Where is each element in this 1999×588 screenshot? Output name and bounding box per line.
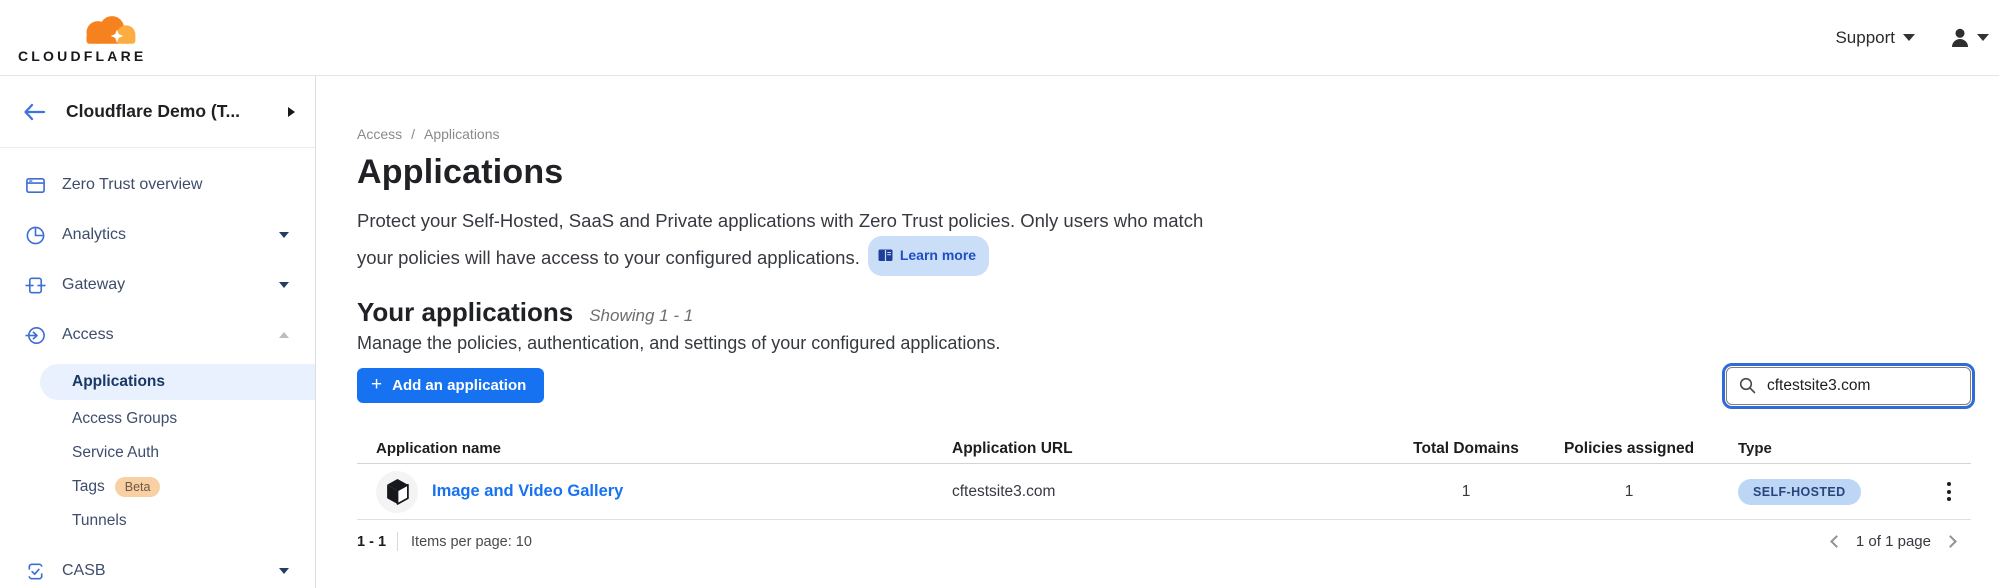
description-text: Protect your Self-Hosted, SaaS and Priva… — [357, 210, 1203, 268]
type-badge: SELF-HOSTED — [1738, 479, 1861, 505]
page-info: 1 of 1 page — [1856, 533, 1931, 550]
column-header-policies-assigned: Policies assigned — [1550, 440, 1708, 458]
sidebar-item-applications[interactable]: Applications — [40, 364, 315, 400]
chevron-down-icon — [279, 282, 289, 288]
plus-icon: + — [371, 375, 382, 394]
account-name[interactable]: Cloudflare Demo (T... — [66, 101, 288, 122]
sidebar: Cloudflare Demo (T... Zero Trust overvie… — [0, 76, 316, 588]
user-menu[interactable] — [1949, 27, 1989, 49]
pie-chart-icon — [24, 225, 46, 246]
support-menu[interactable]: Support — [1835, 28, 1915, 48]
cloudflare-logo[interactable]: CLOUDFLARE — [18, 8, 158, 68]
breadcrumb: Access / Applications — [357, 126, 1971, 142]
applications-table: Application name Application URL Total D… — [357, 434, 1971, 520]
sidebar-item-label: Analytics — [62, 226, 279, 244]
add-application-label: Add an application — [392, 377, 526, 394]
pagination-range: 1 - 1 — [357, 534, 386, 550]
app-cube-icon — [376, 471, 418, 513]
breadcrumb-access[interactable]: Access — [357, 126, 402, 142]
main-content: Access / Applications Applications Prote… — [316, 76, 1999, 588]
sidebar-item-label: Access Groups — [72, 410, 177, 428]
sidebar-item-service-auth[interactable]: Service Auth — [0, 436, 315, 470]
back-arrow-icon[interactable] — [22, 102, 46, 122]
support-label: Support — [1835, 28, 1895, 48]
sidebar-item-label: Zero Trust overview — [62, 176, 289, 194]
breadcrumb-applications[interactable]: Applications — [424, 126, 500, 142]
showing-count: Showing 1 - 1 — [589, 306, 693, 326]
sidebar-item-analytics[interactable]: Analytics — [0, 210, 315, 260]
gateway-icon — [24, 275, 46, 296]
column-header-type: Type — [1708, 440, 1927, 457]
book-icon — [878, 249, 893, 262]
sidebar-item-tunnels[interactable]: Tunnels — [0, 504, 315, 538]
application-name-link[interactable]: Image and Video Gallery — [432, 482, 623, 501]
user-icon — [1949, 27, 1971, 49]
breadcrumb-separator: / — [411, 126, 415, 142]
search-box — [1726, 367, 1971, 405]
sidebar-item-label: Gateway — [62, 276, 279, 294]
chevron-down-icon — [279, 568, 289, 574]
column-header-application-url: Application URL — [952, 440, 1382, 458]
application-url-cell: cftestsite3.com — [952, 483, 1382, 501]
page-title: Applications — [357, 153, 1971, 192]
divider — [397, 532, 398, 551]
policies-assigned-cell: 1 — [1550, 483, 1708, 501]
top-bar: CLOUDFLARE Support — [0, 0, 1999, 76]
sidebar-item-access-groups[interactable]: Access Groups — [0, 402, 315, 436]
table-row: Image and Video Gallery cftestsite3.com … — [357, 464, 1971, 520]
chevron-down-icon — [279, 232, 289, 238]
sidebar-item-label: CASB — [62, 562, 279, 580]
cloudflare-cloud-icon — [76, 14, 148, 48]
sidebar-item-label: Tags — [72, 478, 105, 496]
sidebar-item-access[interactable]: Access — [0, 310, 315, 360]
sidebar-item-label: Access — [62, 326, 279, 344]
next-page-icon[interactable] — [1944, 535, 1957, 548]
sidebar-item-zero-trust-overview[interactable]: Zero Trust overview — [0, 160, 315, 210]
table-header-row: Application name Application URL Total D… — [357, 434, 1971, 464]
chevron-right-icon[interactable] — [288, 107, 295, 117]
window-icon — [24, 175, 46, 196]
sidebar-item-label: Tunnels — [72, 512, 127, 530]
page-description: Protect your Self-Hosted, SaaS and Priva… — [357, 205, 1237, 276]
search-input[interactable] — [1726, 367, 1971, 405]
sidebar-item-label: Applications — [72, 373, 165, 391]
sidebar-item-tags[interactable]: Tags Beta — [0, 470, 315, 504]
learn-more-badge[interactable]: Learn more — [868, 236, 989, 276]
section-subtext: Manage the policies, authentication, and… — [357, 333, 1971, 354]
casb-check-icon — [24, 561, 46, 582]
sidebar-item-label: Service Auth — [72, 444, 159, 462]
add-application-button[interactable]: + Add an application — [357, 368, 544, 403]
chevron-down-icon — [1903, 34, 1915, 41]
section-heading: Your applications — [357, 297, 573, 328]
sidebar-account-header: Cloudflare Demo (T... — [0, 76, 315, 148]
access-submenu: Applications Access Groups Service Auth … — [0, 364, 315, 538]
sidebar-nav: Zero Trust overview Analytics — [0, 148, 315, 588]
beta-badge: Beta — [115, 477, 161, 497]
sidebar-item-gateway[interactable]: Gateway — [0, 260, 315, 310]
learn-more-label: Learn more — [900, 240, 976, 271]
chevron-up-icon — [279, 332, 289, 338]
cloudflare-logo-text: CLOUDFLARE — [18, 48, 146, 64]
login-arrow-icon — [24, 325, 46, 346]
column-header-total-domains: Total Domains — [1382, 440, 1550, 458]
sidebar-item-casb[interactable]: CASB — [0, 546, 315, 588]
previous-page-icon[interactable] — [1830, 535, 1843, 548]
column-header-application-name: Application name — [357, 440, 952, 457]
items-per-page[interactable]: Items per page: 10 — [411, 534, 532, 550]
row-menu-kebab-icon[interactable] — [1943, 478, 1955, 505]
chevron-down-icon — [1977, 34, 1989, 41]
total-domains-cell: 1 — [1382, 483, 1550, 501]
pagination: 1 - 1 Items per page: 10 1 of 1 page — [357, 532, 1971, 551]
